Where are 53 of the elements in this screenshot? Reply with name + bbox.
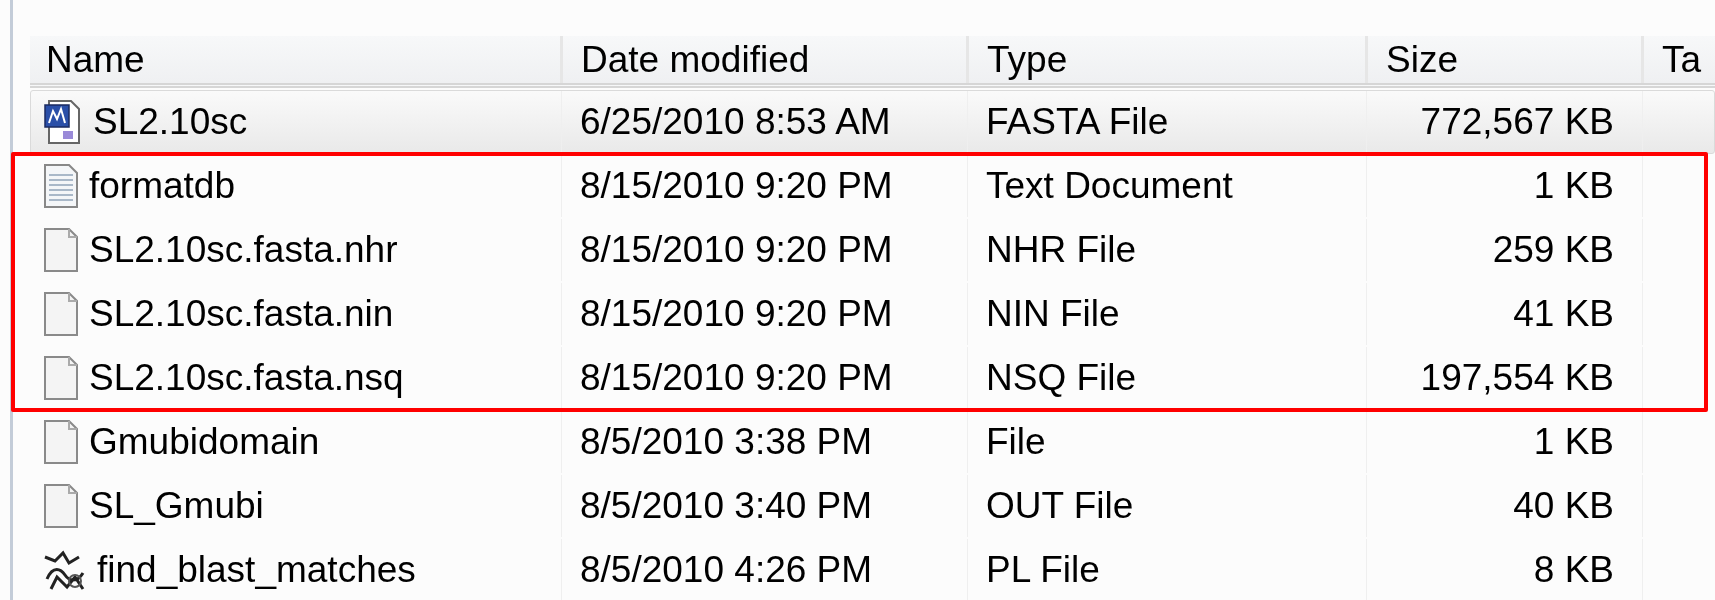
file-row[interactable]: SL2.10sc 6/25/2010 8:53 AM FASTA File 772,567 KB	[30, 90, 1715, 154]
file-type: File	[986, 420, 1046, 465]
file-size: 40 KB	[1513, 484, 1614, 529]
file-name: SL_Gmubi	[89, 484, 264, 529]
file-type: NIN File	[986, 292, 1120, 337]
column-header[interactable]: Date modified	[581, 36, 810, 83]
file-row[interactable]: SL2.10sc.fasta.nsq 8/15/2010 9:20 PM NSQ File 197,554 KB	[30, 346, 1715, 410]
file-type: FASTA File	[986, 100, 1169, 145]
file-size: 259 KB	[1492, 228, 1614, 273]
blank-file-icon	[43, 483, 79, 529]
file-row[interactable]: Gmubidomain 8/5/2010 3:38 PM File 1 KB	[30, 410, 1715, 474]
file-type: NSQ File	[986, 356, 1137, 401]
file-size: 8 KB	[1533, 548, 1614, 593]
column-header[interactable]: Name	[46, 36, 145, 83]
file-row[interactable]: find_blast_matches 8/5/2010 4:26 PM PL File 8 KB	[30, 538, 1715, 600]
file-row[interactable]: SL2.10sc.fasta.nin 8/15/2010 9:20 PM NIN File 41 KB	[30, 282, 1715, 346]
file-name: Gmubidomain	[89, 420, 320, 465]
file-name: find_blast_matches	[97, 548, 416, 593]
date-modified: 8/5/2010 3:40 PM	[580, 484, 873, 529]
script-icon	[43, 549, 87, 591]
file-size: 41 KB	[1513, 292, 1614, 337]
file-type: NHR File	[986, 228, 1137, 273]
file-size: 772,567 KB	[1420, 100, 1614, 145]
file-type: OUT File	[986, 484, 1134, 529]
file-size: 197,554 KB	[1420, 356, 1614, 401]
file-size: 1 KB	[1533, 164, 1614, 209]
file-row[interactable]: SL2.10sc.fasta.nhr 8/15/2010 9:20 PM NHR File 259 KB	[30, 218, 1715, 282]
file-row[interactable]: formatdb 8/15/2010 9:20 PM Text Document 1 KB	[30, 154, 1715, 218]
file-name: SL2.10sc.fasta.nin	[89, 292, 394, 337]
blank-file-icon	[43, 291, 79, 337]
date-modified: 8/15/2010 9:20 PM	[580, 356, 893, 401]
date-modified: 8/15/2010 9:20 PM	[580, 164, 893, 209]
column-header[interactable]: Type	[987, 36, 1068, 83]
column-header[interactable]: Ta	[1662, 36, 1702, 83]
date-modified: 8/5/2010 3:38 PM	[580, 420, 873, 465]
blank-file-icon	[43, 227, 79, 273]
file-name: SL2.10sc.fasta.nhr	[89, 228, 398, 273]
file-name: SL2.10sc	[93, 100, 248, 145]
date-modified: 6/25/2010 8:53 AM	[580, 100, 891, 145]
document-icon	[43, 99, 83, 145]
column-header[interactable]: Size	[1386, 36, 1458, 83]
blank-file-icon	[43, 355, 79, 401]
file-name: SL2.10sc.fasta.nsq	[89, 356, 404, 401]
file-size: 1 KB	[1533, 420, 1614, 465]
file-type: PL File	[986, 548, 1100, 593]
blank-file-icon	[43, 419, 79, 465]
file-name: formatdb	[89, 164, 235, 209]
file-type: Text Document	[986, 164, 1233, 209]
date-modified: 8/15/2010 9:20 PM	[580, 228, 893, 273]
text-file-icon	[43, 163, 79, 209]
file-row[interactable]: SL_Gmubi 8/5/2010 3:40 PM OUT File 40 KB	[30, 474, 1715, 538]
date-modified: 8/5/2010 4:26 PM	[580, 548, 873, 593]
date-modified: 8/15/2010 9:20 PM	[580, 292, 893, 337]
